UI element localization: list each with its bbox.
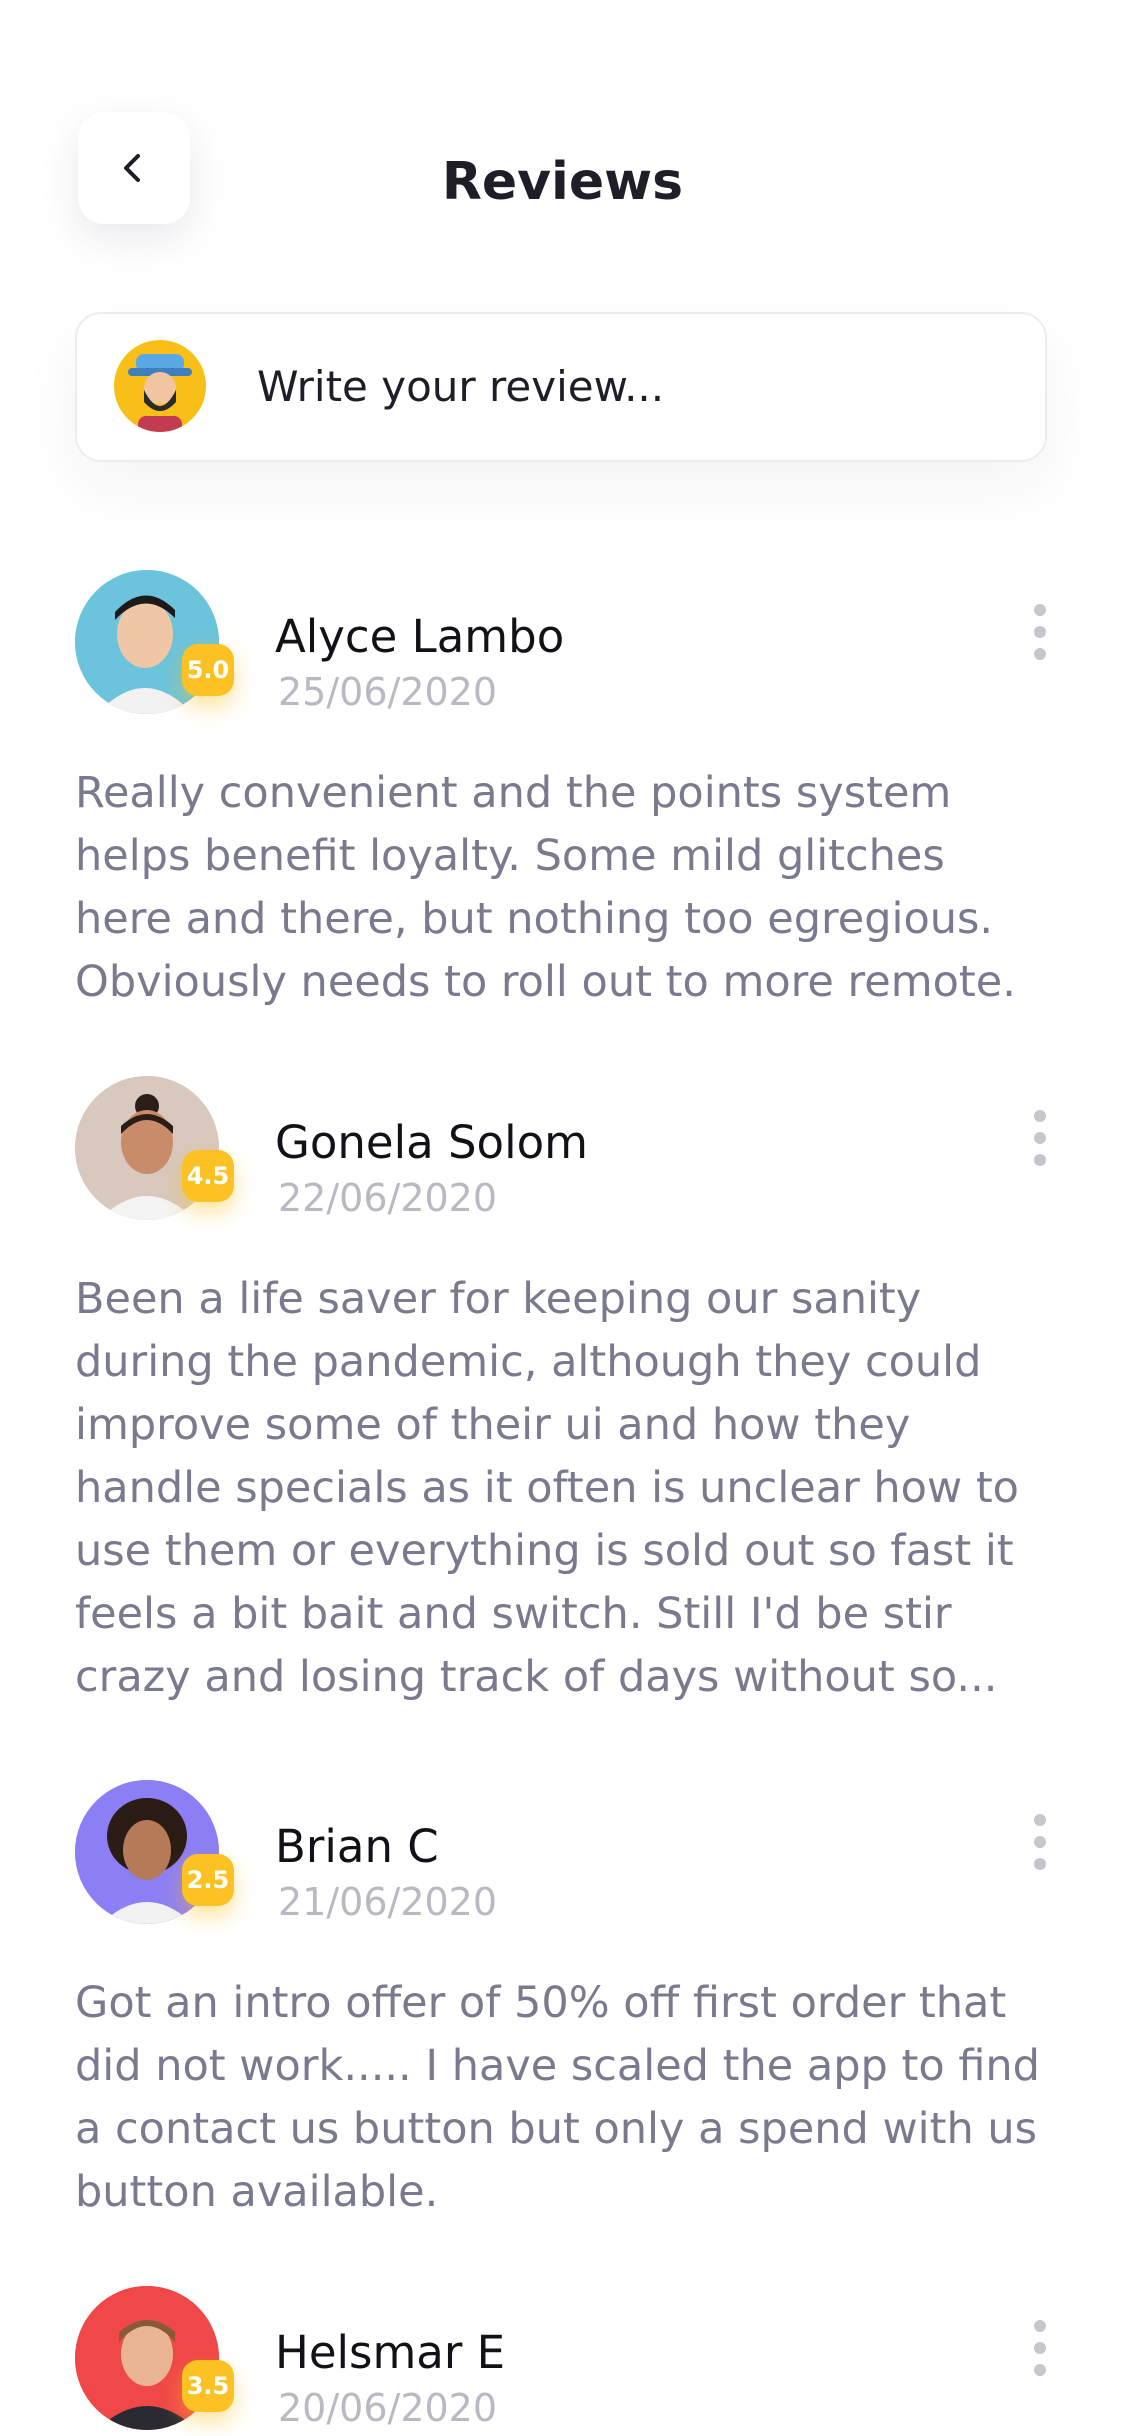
reviewer-name: Brian C bbox=[275, 1820, 439, 1873]
more-options-icon[interactable] bbox=[1033, 604, 1047, 660]
more-options-icon[interactable] bbox=[1033, 1814, 1047, 1870]
review-text: Been a life saver for keeping our sanity… bbox=[75, 1274, 1019, 1702]
review-date: 21/06/2020 bbox=[278, 1880, 498, 1924]
more-options-icon[interactable] bbox=[1033, 2320, 1047, 2376]
reviewer-name: Gonela Solom bbox=[275, 1116, 588, 1169]
current-user-avatar bbox=[114, 340, 206, 432]
review-text: Got an intro offer of 50% off first orde… bbox=[75, 1978, 1040, 2217]
rating-badge: 2.5 bbox=[182, 1854, 234, 1906]
write-review-input[interactable]: Write your review... bbox=[75, 312, 1047, 462]
rating-badge: 5.0 bbox=[182, 644, 234, 696]
reviewer-name: Helsmar E bbox=[275, 2326, 506, 2379]
review-date: 25/06/2020 bbox=[278, 670, 498, 714]
page-title: Reviews bbox=[441, 152, 684, 212]
more-options-icon[interactable] bbox=[1033, 1110, 1047, 1166]
rating-badge: 3.5 bbox=[182, 2360, 234, 2412]
write-review-placeholder: Write your review... bbox=[257, 362, 665, 411]
reviewer-name: Alyce Lambo bbox=[275, 610, 565, 663]
review-date: 22/06/2020 bbox=[278, 1176, 498, 1220]
review-date: 20/06/2020 bbox=[278, 2386, 498, 2430]
rating-badge: 4.5 bbox=[182, 1150, 234, 1202]
review-text: Really convenient and the points system … bbox=[75, 768, 1016, 1007]
